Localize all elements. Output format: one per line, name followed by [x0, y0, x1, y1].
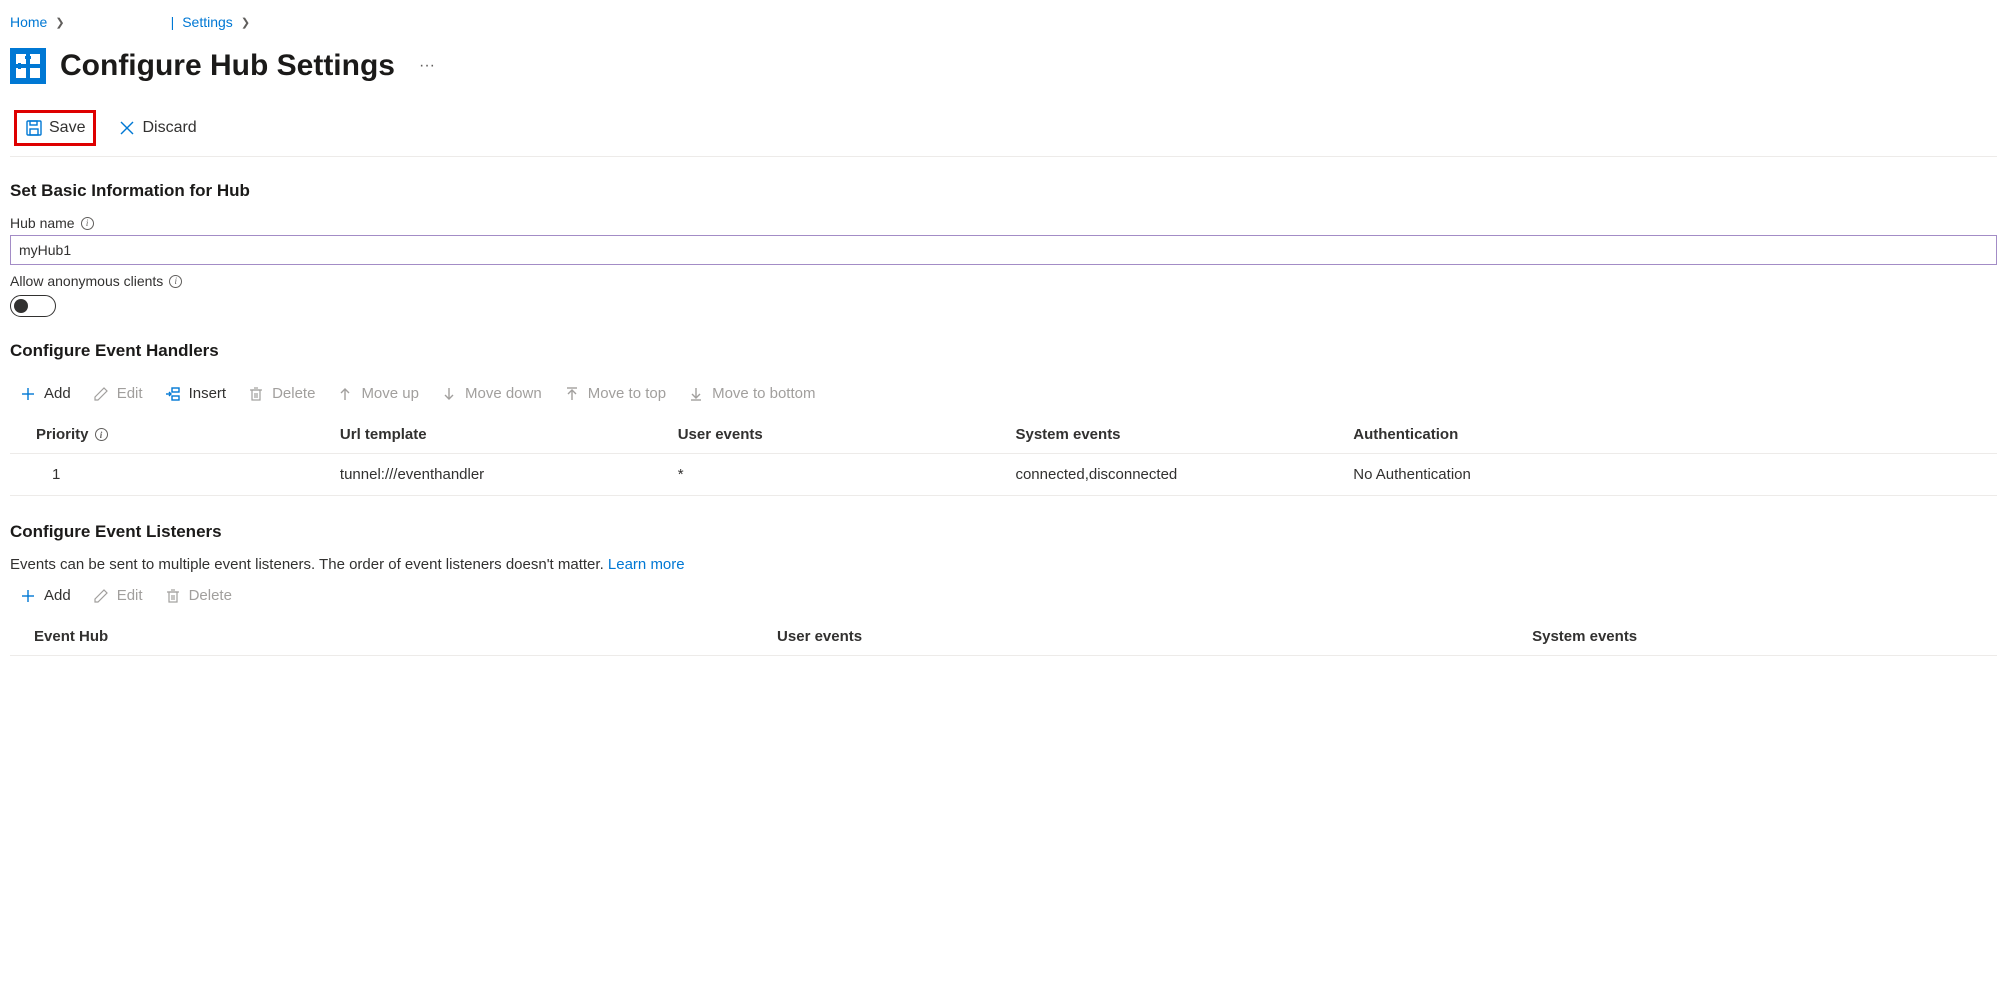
- save-icon: [25, 119, 43, 137]
- handlers-table: Priority i Url template User events Syst…: [10, 416, 1997, 496]
- col-event-hub: Event Hub: [10, 618, 765, 656]
- arrow-bottom-icon: [688, 386, 704, 402]
- plus-icon: [20, 588, 36, 604]
- separator-bar: |: [171, 14, 175, 30]
- col-system-events: System events: [1003, 416, 1341, 454]
- listeners-table: Event Hub User events System events: [10, 618, 1997, 656]
- arrow-top-icon: [564, 386, 580, 402]
- info-icon[interactable]: i: [95, 428, 108, 441]
- col-authentication: Authentication: [1341, 416, 1997, 454]
- listeners-delete-button[interactable]: Delete: [165, 587, 232, 604]
- discard-label: Discard: [142, 119, 196, 137]
- arrow-down-icon: [441, 386, 457, 402]
- plus-icon: [20, 386, 36, 402]
- trash-icon: [165, 588, 181, 604]
- cell-priority: 1: [10, 454, 328, 496]
- insert-icon: [165, 386, 181, 402]
- table-header-row: Priority i Url template User events Syst…: [10, 416, 1997, 454]
- cell-url-template: tunnel:///eventhandler: [328, 454, 666, 496]
- more-actions-icon[interactable]: ···: [409, 57, 435, 75]
- info-icon[interactable]: i: [169, 275, 182, 288]
- col-system-events: System events: [1520, 618, 1997, 656]
- anon-toggle[interactable]: [10, 295, 56, 317]
- col-user-events: User events: [765, 618, 1520, 656]
- listeners-add-button[interactable]: Add: [20, 587, 71, 604]
- learn-more-link[interactable]: Learn more: [608, 556, 685, 573]
- section-listeners-title: Configure Event Listeners: [10, 522, 1997, 542]
- save-label: Save: [49, 119, 85, 137]
- breadcrumb-home[interactable]: Home: [10, 14, 47, 30]
- handlers-movedown-button[interactable]: Move down: [441, 385, 542, 402]
- handlers-insert-button[interactable]: Insert: [165, 385, 227, 402]
- pencil-icon: [93, 588, 109, 604]
- handlers-moveup-button[interactable]: Move up: [337, 385, 419, 402]
- table-row[interactable]: 1 tunnel:///eventhandler * connected,dis…: [10, 454, 1997, 496]
- handlers-add-button[interactable]: Add: [20, 385, 71, 402]
- cell-user-events: *: [666, 454, 1004, 496]
- chevron-right-icon: ❯: [241, 16, 250, 29]
- trash-icon: [248, 386, 264, 402]
- hub-service-icon: [10, 48, 46, 84]
- breadcrumb: Home ❯ | Settings ❯: [10, 10, 1997, 46]
- cell-authentication: No Authentication: [1341, 454, 1997, 496]
- listeners-edit-button[interactable]: Edit: [93, 587, 143, 604]
- discard-button[interactable]: Discard: [110, 113, 204, 143]
- handlers-toolbar: Add Edit Insert Delete Move up Move down: [10, 375, 1997, 416]
- handlers-edit-button[interactable]: Edit: [93, 385, 143, 402]
- info-icon[interactable]: i: [81, 217, 94, 230]
- command-bar: Save Discard: [10, 102, 1997, 157]
- arrow-up-icon: [337, 386, 353, 402]
- col-url-template: Url template: [328, 416, 666, 454]
- hub-name-label: Hub name i: [10, 215, 1997, 231]
- section-handlers-title: Configure Event Handlers: [10, 341, 1997, 361]
- hub-name-input[interactable]: [10, 235, 1997, 265]
- chevron-right-icon: ❯: [55, 16, 64, 29]
- close-icon: [118, 119, 136, 137]
- pencil-icon: [93, 386, 109, 402]
- cell-system-events: connected,disconnected: [1003, 454, 1341, 496]
- page-title: Configure Hub Settings: [60, 49, 395, 83]
- table-header-row: Event Hub User events System events: [10, 618, 1997, 656]
- handlers-movetop-button[interactable]: Move to top: [564, 385, 666, 402]
- save-button[interactable]: Save: [14, 110, 96, 146]
- handlers-delete-button[interactable]: Delete: [248, 385, 315, 402]
- section-basic-title: Set Basic Information for Hub: [10, 181, 1997, 201]
- col-priority: Priority: [36, 426, 89, 443]
- listeners-toolbar: Add Edit Delete: [10, 577, 1997, 618]
- breadcrumb-settings[interactable]: Settings: [182, 14, 233, 30]
- toggle-knob: [14, 299, 28, 313]
- anon-clients-label: Allow anonymous clients i: [10, 273, 1997, 289]
- handlers-movebottom-button[interactable]: Move to bottom: [688, 385, 815, 402]
- page-header: Configure Hub Settings ···: [10, 46, 1997, 102]
- col-user-events: User events: [666, 416, 1004, 454]
- listeners-description: Events can be sent to multiple event lis…: [10, 556, 1997, 573]
